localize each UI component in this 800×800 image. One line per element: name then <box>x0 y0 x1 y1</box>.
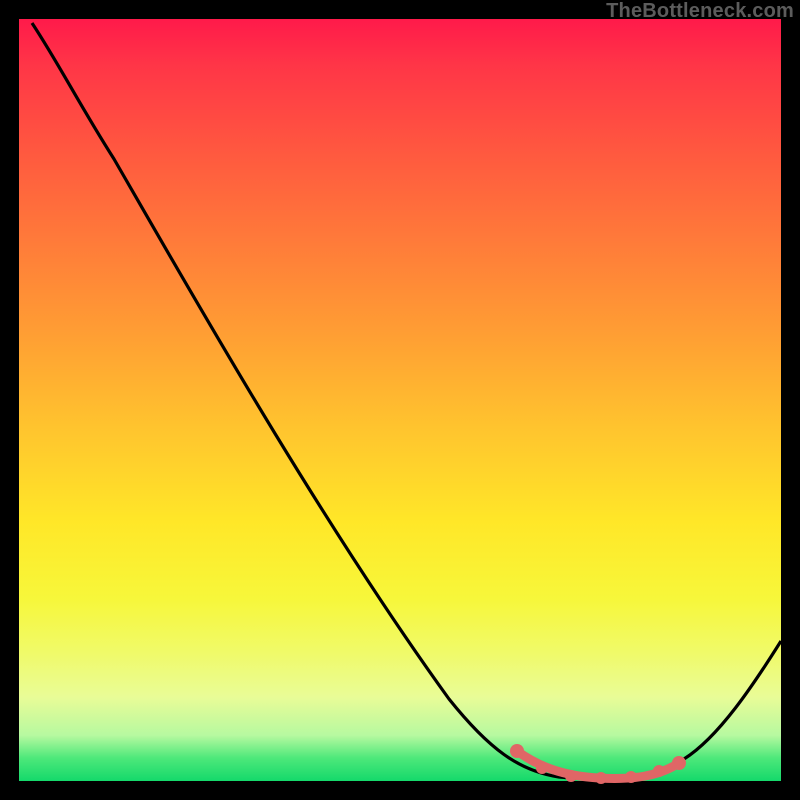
bottleneck-curve <box>32 23 781 779</box>
chart-svg <box>19 19 781 781</box>
watermark-text: TheBottleneck.com <box>606 0 794 23</box>
chart-frame <box>19 19 781 781</box>
highlight-marker <box>510 744 524 758</box>
highlight-marker <box>653 765 665 777</box>
highlight-marker <box>536 762 548 774</box>
highlight-marker <box>565 770 577 782</box>
highlight-marker <box>625 771 637 783</box>
highlight-marker <box>672 756 686 770</box>
highlight-marker <box>595 772 607 784</box>
